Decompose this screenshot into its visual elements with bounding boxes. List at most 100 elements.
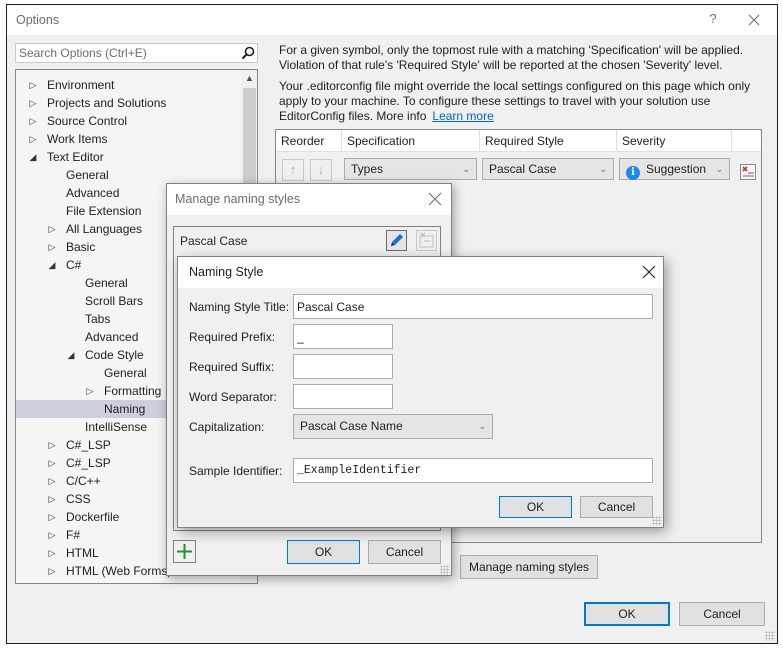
collapsed-arrow-icon[interactable]: ▷ bbox=[47, 562, 57, 580]
sample-identifier-label: Sample Identifier: bbox=[189, 464, 283, 478]
tree-item-label: Source Control bbox=[47, 114, 128, 128]
column-header-severity: Severity bbox=[617, 130, 732, 152]
dialog-title: Naming Style bbox=[189, 265, 264, 279]
specification-value: Types bbox=[351, 162, 384, 176]
resize-grip[interactable] bbox=[765, 631, 775, 641]
collapsed-arrow-icon[interactable]: ▷ bbox=[47, 238, 57, 256]
tree-item-label: HTML (Web Forms) bbox=[66, 564, 172, 578]
required-suffix-field[interactable] bbox=[293, 354, 393, 379]
required-style-combo[interactable]: Pascal Case ⌄ bbox=[482, 158, 614, 180]
collapsed-arrow-icon[interactable]: ▷ bbox=[47, 454, 57, 472]
tree-item[interactable]: General bbox=[16, 166, 241, 184]
delete-rule-icon[interactable] bbox=[739, 163, 757, 181]
specification-combo[interactable]: Types ⌄ bbox=[344, 158, 477, 180]
required-prefix-field[interactable] bbox=[293, 324, 393, 349]
capitalization-select[interactable]: Pascal Case Name ⌄ bbox=[293, 414, 493, 439]
close-icon bbox=[748, 14, 760, 26]
close-icon[interactable] bbox=[426, 190, 444, 208]
tree-item[interactable]: ◢ Text Editor bbox=[16, 148, 241, 166]
collapsed-arrow-icon[interactable]: ▷ bbox=[47, 472, 57, 490]
tree-item-label: C# bbox=[66, 258, 82, 272]
ok-button[interactable]: OK bbox=[287, 540, 360, 564]
tree-item[interactable]: ▷ Work Items bbox=[16, 130, 241, 148]
tree-item-label: Work Items bbox=[47, 132, 108, 146]
chevron-down-icon: ⌄ bbox=[462, 164, 470, 174]
tree-item-label: Basic bbox=[66, 240, 96, 254]
close-button[interactable] bbox=[743, 10, 765, 30]
collapsed-arrow-icon[interactable]: ▷ bbox=[47, 544, 57, 562]
chevron-down-icon: ⌄ bbox=[478, 421, 486, 431]
tree-item-label: F# bbox=[66, 528, 81, 542]
expanded-arrow-icon[interactable]: ◢ bbox=[28, 148, 38, 166]
tree-item-label: File Extension bbox=[66, 204, 142, 218]
scroll-up-icon[interactable]: ▲ bbox=[241, 70, 257, 87]
capitalization-label: Capitalization: bbox=[189, 420, 265, 434]
severity-combo[interactable]: i Suggestion ⌄ bbox=[619, 158, 730, 180]
capitalization-value: Pascal Case Name bbox=[300, 419, 403, 433]
ok-button[interactable]: OK bbox=[584, 602, 670, 626]
expanded-arrow-icon[interactable]: ◢ bbox=[66, 346, 76, 364]
tree-item-label: General bbox=[66, 168, 109, 182]
cancel-button[interactable]: Cancel bbox=[580, 496, 653, 518]
list-item[interactable]: Pascal Case bbox=[174, 227, 440, 255]
expanded-arrow-icon[interactable]: ◢ bbox=[47, 256, 57, 274]
collapsed-arrow-icon[interactable]: ▷ bbox=[28, 112, 38, 130]
ok-button[interactable]: OK bbox=[499, 496, 572, 518]
add-style-button[interactable] bbox=[173, 540, 196, 563]
resize-grip[interactable] bbox=[440, 565, 450, 575]
search-input[interactable] bbox=[16, 44, 236, 62]
tree-item-label: All Languages bbox=[66, 222, 143, 236]
close-icon[interactable] bbox=[640, 263, 658, 281]
manage-naming-styles-button[interactable]: Manage naming styles bbox=[460, 555, 598, 579]
tree-item-label: HTML bbox=[66, 546, 99, 560]
collapsed-arrow-icon[interactable]: ▷ bbox=[47, 436, 57, 454]
resize-grip[interactable] bbox=[652, 516, 662, 526]
move-up-button[interactable]: ↑ bbox=[282, 159, 304, 181]
collapsed-arrow-icon[interactable]: ▷ bbox=[85, 382, 95, 400]
learn-more-link[interactable]: Learn more bbox=[432, 109, 493, 123]
collapsed-arrow-icon[interactable]: ▷ bbox=[28, 130, 38, 148]
naming-style-dialog: Naming Style Naming Style Title: Require… bbox=[177, 256, 664, 528]
move-down-button[interactable]: ↓ bbox=[310, 159, 332, 181]
search-box bbox=[15, 43, 258, 63]
chevron-down-icon: ⌄ bbox=[599, 164, 607, 174]
naming-style-name: Pascal Case bbox=[180, 234, 248, 248]
arrow-down-icon: ↓ bbox=[317, 162, 325, 177]
collapsed-arrow-icon[interactable]: ▷ bbox=[47, 220, 57, 238]
cancel-button[interactable]: Cancel bbox=[368, 540, 441, 564]
description-editorconfig: Your .editorconfig file might override t… bbox=[279, 79, 774, 124]
cancel-button[interactable]: Cancel bbox=[679, 602, 765, 626]
collapsed-arrow-icon[interactable]: ▷ bbox=[47, 526, 57, 544]
search-icon[interactable] bbox=[240, 45, 256, 61]
table-row: ↑ ↓ Types ⌄ Pascal Case ⌄ i Suggestion ⌄ bbox=[276, 154, 761, 184]
tree-item-label: General bbox=[85, 276, 128, 290]
edit-style-button[interactable] bbox=[386, 230, 407, 251]
tree-item[interactable]: ▷ Environment bbox=[16, 76, 241, 94]
title-bar: Options ? bbox=[7, 5, 777, 35]
plus-icon bbox=[177, 544, 192, 559]
help-button[interactable]: ? bbox=[704, 11, 722, 29]
collapsed-arrow-icon[interactable]: ▷ bbox=[28, 76, 38, 94]
tree-item[interactable]: ▷ Projects and Solutions bbox=[16, 94, 241, 112]
tree-item-label: C/C++ bbox=[66, 474, 101, 488]
tree-item-label: Environment bbox=[47, 78, 115, 92]
tree-item-label: IntelliSense bbox=[85, 420, 148, 434]
column-header-required-style: Required Style bbox=[480, 130, 617, 152]
collapsed-arrow-icon[interactable]: ▷ bbox=[47, 508, 57, 526]
info-icon: i bbox=[626, 166, 640, 180]
tree-item[interactable]: ▷ Source Control bbox=[16, 112, 241, 130]
tree-item-label: Scroll Bars bbox=[85, 294, 144, 308]
tree-item-label: C#_LSP bbox=[66, 456, 111, 470]
required-prefix-label: Required Prefix: bbox=[189, 330, 276, 344]
collapsed-arrow-icon[interactable]: ▷ bbox=[47, 490, 57, 508]
collapsed-arrow-icon[interactable]: ▷ bbox=[28, 94, 38, 112]
tree-item-label: Naming bbox=[104, 402, 146, 416]
tree-item-label: Text Editor bbox=[47, 150, 104, 164]
sample-identifier-field[interactable] bbox=[293, 458, 653, 483]
remove-style-button[interactable] bbox=[416, 230, 437, 251]
naming-style-title-field[interactable] bbox=[293, 294, 653, 319]
word-separator-field[interactable] bbox=[293, 384, 393, 409]
tree-item-label: Dockerfile bbox=[66, 510, 120, 524]
grid-header: Reorder Specification Required Style Sev… bbox=[276, 130, 761, 152]
required-suffix-label: Required Suffix: bbox=[189, 360, 275, 374]
